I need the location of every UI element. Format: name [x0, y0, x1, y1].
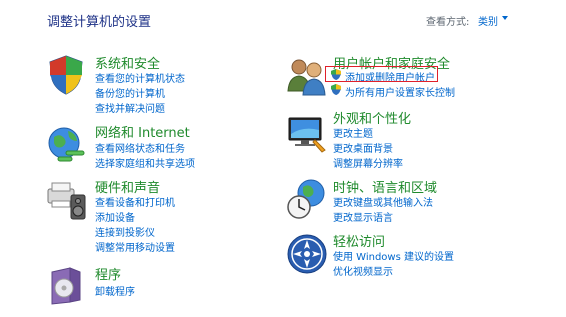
view-by-label: 查看方式: [426, 17, 470, 28]
link-add-device[interactable]: 添加设备 [95, 209, 135, 224]
highlight-box [325, 66, 438, 82]
appearance-icon[interactable] [285, 110, 329, 154]
uac-shield-icon [331, 84, 341, 95]
link-change-theme[interactable]: 更改主题 [333, 125, 373, 140]
link-homegroup-sharing[interactable]: 选择家庭组和共享选项 [95, 155, 195, 170]
link-parental-controls[interactable]: 为所有用户设置家长控制 [345, 84, 455, 99]
clock-region-icon[interactable] [285, 177, 329, 221]
page-title: 调整计算机的设置 [47, 15, 152, 30]
programs-icon[interactable] [44, 262, 88, 306]
view-by-dropdown[interactable]: 类别 [478, 13, 498, 28]
link-connect-projector[interactable]: 连接到投影仪 [95, 224, 155, 239]
hardware-sound-icon[interactable] [44, 177, 88, 221]
link-screen-resolution[interactable]: 调整屏幕分辨率 [333, 155, 403, 170]
link-network-status[interactable]: 查看网络状态和任务 [95, 140, 185, 155]
link-display-language[interactable]: 更改显示语言 [333, 209, 393, 224]
link-desktop-background[interactable]: 更改桌面背景 [333, 140, 393, 155]
link-windows-recommended[interactable]: 使用 Windows 建议的设置 [333, 248, 454, 263]
link-optimize-video[interactable]: 优化视频显示 [333, 263, 393, 278]
link-backup-computer[interactable]: 备份您的计算机 [95, 85, 165, 100]
link-devices-printers[interactable]: 查看设备和打印机 [95, 194, 175, 209]
link-troubleshoot[interactable]: 查找并解决问题 [95, 100, 165, 115]
category-title-network[interactable]: 网络和 Internet [95, 122, 190, 141]
link-keyboard-input[interactable]: 更改键盘或其他输入法 [333, 194, 433, 209]
category-title-programs[interactable]: 程序 [95, 264, 121, 283]
chevron-down-icon[interactable] [502, 16, 508, 20]
system-security-icon[interactable] [44, 53, 88, 97]
link-view-computer-status[interactable]: 查看您的计算机状态 [95, 70, 185, 85]
user-accounts-icon[interactable] [285, 53, 329, 97]
link-mobility-settings[interactable]: 调整常用移动设置 [95, 239, 175, 254]
ease-of-access-icon[interactable] [285, 232, 329, 276]
link-uninstall-program[interactable]: 卸载程序 [95, 283, 135, 298]
network-icon[interactable] [44, 123, 88, 167]
